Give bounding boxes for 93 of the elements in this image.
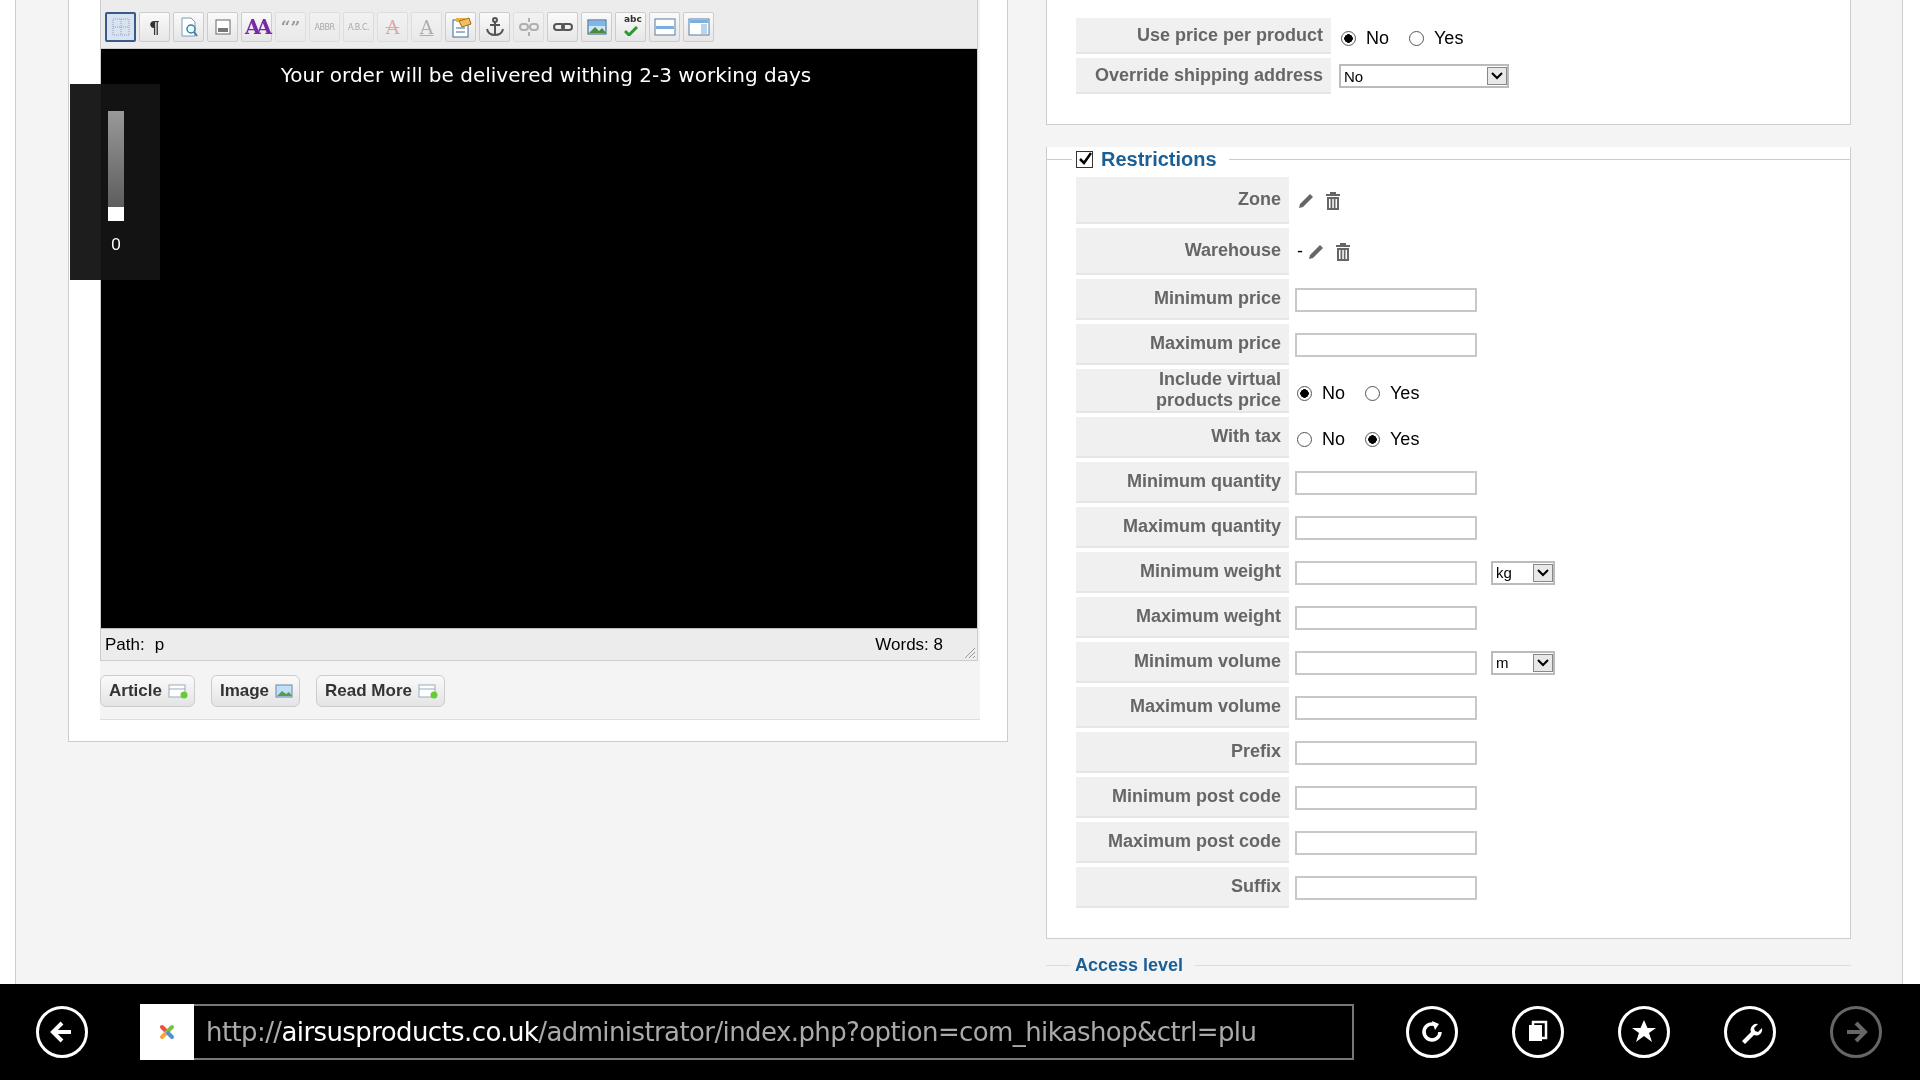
radio-label[interactable]: Yes — [1390, 382, 1420, 404]
field-label: Maximum weight — [1076, 597, 1289, 638]
settings-button[interactable] — [1724, 1006, 1776, 1058]
radio-label[interactable]: Yes — [1390, 429, 1420, 450]
image-icon — [275, 684, 294, 698]
pencil-icon — [1307, 242, 1325, 261]
zoom-value: 0 — [110, 235, 122, 255]
field-label: Minimum quantity — [1076, 462, 1289, 503]
editor-button[interactable]: Article — [100, 675, 195, 707]
star-icon — [1632, 1020, 1656, 1042]
editor-text: Your order will be delivered withing 2-3 working days — [280, 63, 812, 89]
zoom-slider[interactable] — [108, 111, 124, 221]
tabs-button[interactable] — [1512, 1006, 1564, 1058]
check-icon — [1077, 152, 1092, 166]
template-icon — [212, 17, 233, 37]
input-field[interactable] — [1295, 560, 1477, 585]
radio-label[interactable]: No — [1322, 382, 1345, 404]
field-label: Minimum price — [1076, 279, 1289, 320]
input-field[interactable] — [1295, 332, 1477, 357]
field-label: Maximum price — [1076, 324, 1289, 365]
editor-button[interactable]: Read More — [316, 675, 445, 707]
field-label: Minimum volume — [1076, 642, 1289, 683]
dropdown[interactable]: m — [1491, 650, 1555, 675]
page-add-icon — [167, 683, 188, 699]
page-add-icon — [418, 683, 438, 699]
section-title: Restrictions — [1101, 147, 1217, 171]
path-label: Path: — [105, 634, 145, 655]
back-button[interactable] — [36, 1006, 88, 1058]
input-field[interactable] — [1295, 515, 1477, 540]
clipboard-icon — [449, 16, 472, 38]
broken-link-icon — [517, 16, 540, 38]
input-field[interactable] — [1295, 605, 1477, 630]
tabs-icon — [1529, 1020, 1548, 1041]
word-count: Words: 8 — [875, 634, 943, 655]
radio-button[interactable] — [1409, 30, 1424, 46]
path-value[interactable]: p — [154, 634, 165, 655]
input-field[interactable] — [1295, 785, 1477, 810]
input-field[interactable] — [1295, 287, 1477, 312]
toolbar-button[interactable] — [105, 12, 136, 42]
forward-arrow-icon — [1845, 1021, 1868, 1043]
spelling-button[interactable]: abc — [615, 12, 646, 42]
field-label: Maximum post code — [1076, 822, 1289, 863]
slider-thumb[interactable] — [108, 207, 124, 221]
radio-label[interactable]: Yes — [1434, 27, 1464, 49]
wrench-icon — [1742, 1023, 1763, 1044]
radio-label[interactable]: No — [1366, 27, 1389, 49]
trash-icon — [1335, 242, 1351, 261]
address-field[interactable]: http://airsusproducts.co.uk/administrator/index.php?option=com_hikashop&ctrl=plu — [194, 1004, 1354, 1060]
field-label: Minimum weight — [1076, 552, 1289, 593]
resize-grip-icon — [964, 647, 976, 659]
radio-button[interactable] — [1365, 432, 1380, 447]
font-style-button[interactable]: AA — [241, 12, 272, 42]
field-label: Maximum volume — [1076, 687, 1289, 728]
back-arrow-icon — [50, 1021, 73, 1043]
checkbox[interactable] — [1076, 150, 1093, 168]
trash-icon — [1325, 191, 1341, 210]
field-label: Warehouse — [1076, 228, 1289, 275]
input-field[interactable] — [1295, 470, 1477, 495]
field-label: Minimum post code — [1076, 777, 1289, 818]
field-value: - — [1297, 241, 1303, 262]
radio-button[interactable] — [1297, 385, 1312, 401]
input-field[interactable] — [1295, 830, 1477, 855]
field-label: Use price per product — [1076, 18, 1331, 54]
pencil-icon — [1297, 191, 1315, 210]
field-label: Prefix — [1076, 732, 1289, 773]
section-title: Access level — [1075, 954, 1184, 976]
radio-button[interactable] — [1365, 385, 1380, 401]
field-label: Include virtual products price — [1076, 369, 1289, 413]
input-field[interactable] — [1295, 740, 1477, 765]
field-label: Suffix — [1076, 867, 1289, 908]
image-icon — [585, 16, 608, 38]
field-label: Maximum quantity — [1076, 507, 1289, 548]
format-button[interactable]: ¶ — [139, 12, 170, 42]
refresh-icon — [1422, 1021, 1442, 1042]
input-field[interactable] — [1295, 695, 1477, 720]
radio-button[interactable] — [1297, 432, 1312, 447]
radio-button[interactable] — [1341, 30, 1356, 46]
page-magnifier-icon — [178, 17, 199, 37]
input-field[interactable] — [1295, 650, 1477, 675]
site-logo-icon — [157, 1022, 177, 1042]
anchor-icon — [483, 16, 506, 38]
layout-icon — [686, 16, 711, 38]
field-label: Override shipping address — [1076, 58, 1331, 94]
input-field[interactable] — [1295, 875, 1477, 900]
radio-label[interactable]: No — [1322, 429, 1345, 450]
field-label: Zone — [1076, 177, 1289, 224]
favorites-button[interactable] — [1618, 1006, 1670, 1058]
refresh-button[interactable] — [1406, 1006, 1458, 1058]
dropdown[interactable]: No — [1339, 64, 1509, 88]
editor-button[interactable]: Image — [210, 675, 301, 707]
grid-icon — [110, 17, 131, 37]
field-label: With tax — [1076, 417, 1289, 458]
dropdown[interactable]: kg — [1491, 560, 1555, 585]
